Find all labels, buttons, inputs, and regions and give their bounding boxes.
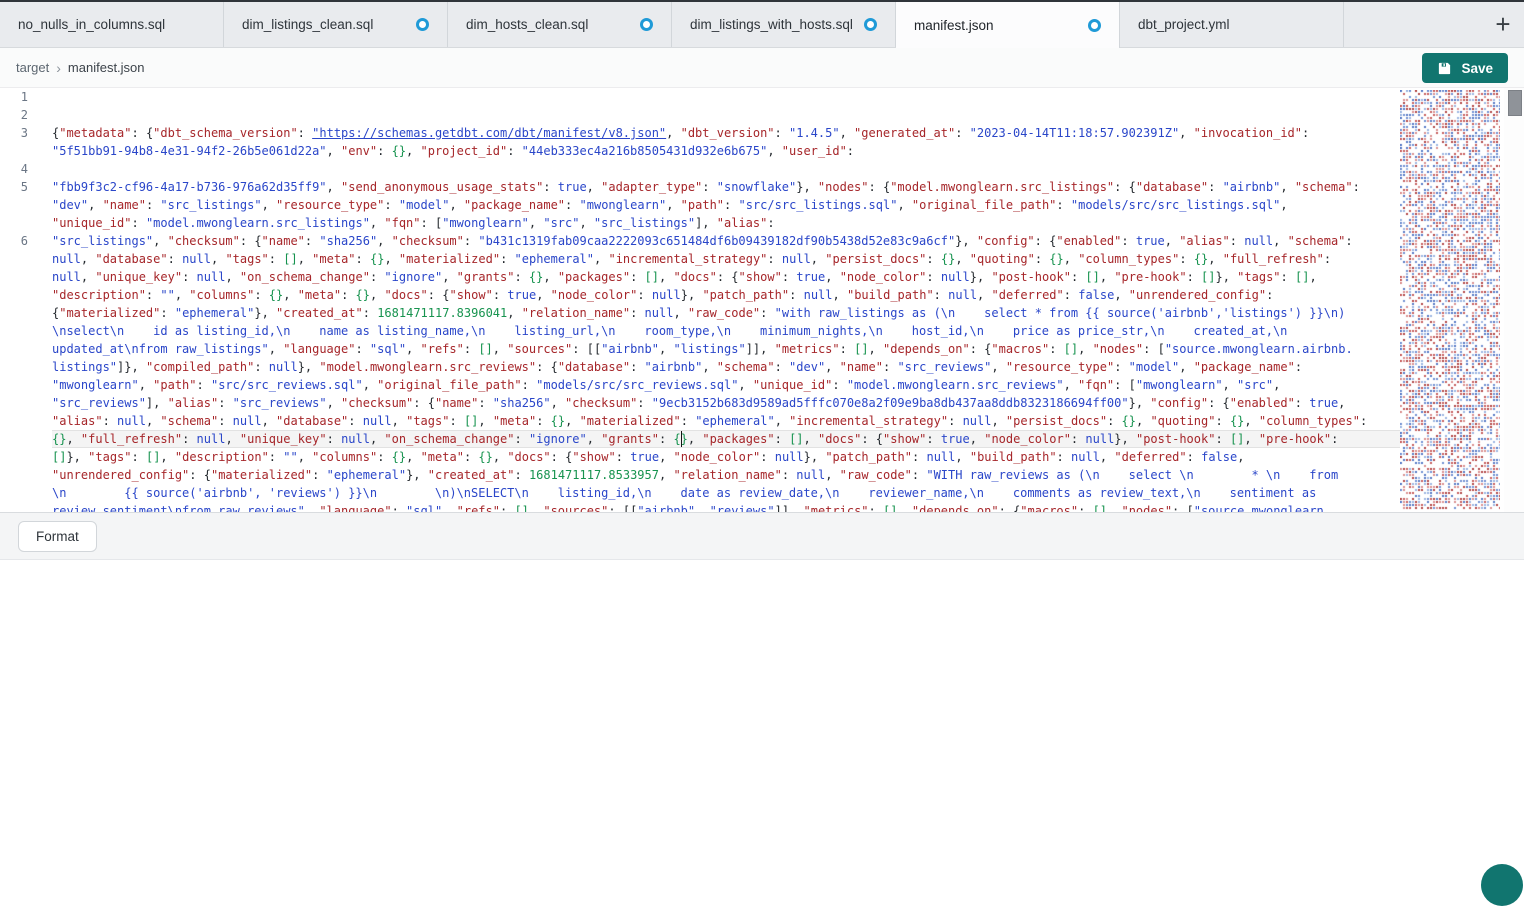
new-tab-button[interactable]: +	[1488, 10, 1518, 40]
code-row[interactable]: review_sentiment\nfrom raw_reviews", "la…	[52, 502, 1400, 512]
tab-list: no_nulls_in_columns.sql dim_listings_clea…	[0, 2, 1344, 47]
code-row[interactable]: \nselect\n id as listing_id,\n name as l…	[52, 322, 1400, 340]
code-row[interactable]: "src_reviews"], "alias": "src_reviews", …	[52, 394, 1400, 412]
code-row[interactable]: "fbb9f3c2-cf96-4a17-b736-976a62d35ff9", …	[52, 178, 1400, 196]
code-row[interactable]: updated_at\nfrom raw_listings", "languag…	[52, 340, 1400, 358]
code-row[interactable]: \n {{ source('airbnb', 'reviews') }}\n \…	[52, 484, 1400, 502]
tab-dbt-project-yml[interactable]: dbt_project.yml	[1120, 2, 1344, 47]
tab-no-nulls-in-columns-sql[interactable]: no_nulls_in_columns.sql	[0, 2, 224, 47]
editor-scrollbar[interactable]	[1504, 88, 1524, 512]
help-button[interactable]	[1481, 864, 1523, 906]
minimap[interactable]	[1400, 88, 1504, 512]
format-button[interactable]: Format	[18, 521, 97, 552]
save-button-label: Save	[1461, 61, 1493, 76]
tab-manifest-json[interactable]: manifest.json	[896, 2, 1120, 48]
code-row[interactable]: {}, "full_refresh": null, "unique_key": …	[52, 430, 1400, 448]
tab-label: dim_listings_clean.sql	[242, 17, 373, 32]
code-editor[interactable]: 123456 {"metadata": {"dbt_schema_version…	[0, 88, 1524, 512]
code-row[interactable]	[52, 106, 1400, 124]
unsaved-dot-icon[interactable]	[640, 18, 653, 31]
tab-dim-listings-clean-sql[interactable]: dim_listings_clean.sql	[224, 2, 448, 47]
code-rows[interactable]: {"metadata": {"dbt_schema_version": "htt…	[44, 88, 1400, 512]
code-row[interactable]: "unrendered_config": {"materialized": "e…	[52, 466, 1400, 484]
code-row[interactable]: "src_listings", "checksum": {"name": "sh…	[52, 232, 1400, 250]
unsaved-dot-icon[interactable]	[416, 18, 429, 31]
code-row[interactable]: "unique_id": "model.mwonglearn.src_listi…	[52, 214, 1400, 232]
gutter: 123456	[0, 88, 44, 512]
tab-label: no_nulls_in_columns.sql	[18, 17, 165, 32]
code-row[interactable]: {"materialized": "ephemeral"}, "created_…	[52, 304, 1400, 322]
code-row[interactable]: listings"]}, "compiled_path": null}, "mo…	[52, 358, 1400, 376]
save-button[interactable]: Save	[1422, 53, 1508, 83]
text-caret	[681, 431, 683, 447]
code-row[interactable]: "dev", "name": "src_listings", "resource…	[52, 196, 1400, 214]
scrollbar-thumb[interactable]	[1508, 90, 1522, 116]
tab-label: manifest.json	[914, 18, 994, 33]
code-row[interactable]: []}, "tags": [], "description": "", "col…	[52, 448, 1400, 466]
tab-dim-hosts-clean-sql[interactable]: dim_hosts_clean.sql	[448, 2, 672, 47]
code-row[interactable]: "alias": null, "schema": null, "database…	[52, 412, 1400, 430]
breadcrumb-folder: target	[16, 60, 49, 75]
code-row[interactable]	[52, 160, 1400, 178]
save-floppy-icon	[1437, 61, 1452, 76]
code-row[interactable]: "description": "", "columns": {}, "meta"…	[52, 286, 1400, 304]
tab-bar: no_nulls_in_columns.sql dim_listings_clea…	[0, 0, 1524, 48]
code-row[interactable]: "5f51bb91-94b8-4e31-94f2-26b5e061d22a", …	[52, 142, 1400, 160]
minimap-canvas[interactable]	[1400, 90, 1500, 510]
tab-label: dim_listings_with_hosts.sql	[690, 17, 853, 32]
unsaved-dot-icon[interactable]	[1088, 19, 1101, 32]
chevron-right-icon: ›	[56, 60, 61, 76]
tab-dim-listings-with-hosts-sql[interactable]: dim_listings_with_hosts.sql	[672, 2, 896, 47]
tab-label: dbt_project.yml	[1138, 17, 1230, 32]
code-row[interactable]: null, "unique_key": null, "on_schema_cha…	[52, 268, 1400, 286]
code-row[interactable]	[52, 88, 1400, 106]
breadcrumb-file: manifest.json	[68, 60, 145, 75]
results-panel	[0, 559, 1524, 875]
unsaved-dot-icon[interactable]	[864, 18, 877, 31]
code-row[interactable]: {"metadata": {"dbt_schema_version": "htt…	[52, 124, 1400, 142]
format-bar: Format	[0, 512, 1524, 559]
tab-label: dim_hosts_clean.sql	[466, 17, 588, 32]
code-row[interactable]: "mwonglearn", "path": "src/src_reviews.s…	[52, 376, 1400, 394]
breadcrumb-bar: target › manifest.json Save	[0, 48, 1524, 88]
code-row[interactable]: null, "database": null, "tags": [], "met…	[52, 250, 1400, 268]
